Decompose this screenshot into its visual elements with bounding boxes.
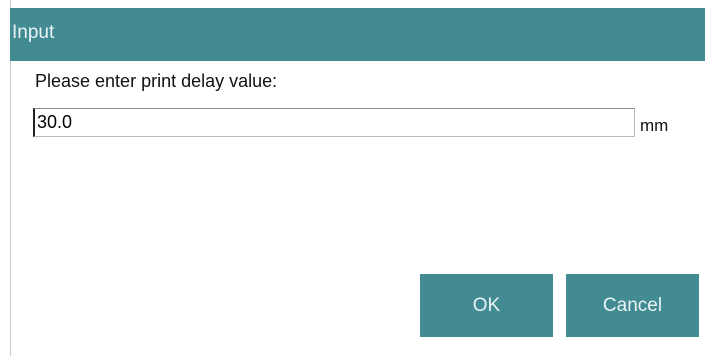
dialog-title-bar: Input <box>10 8 705 61</box>
unit-label: mm <box>640 116 669 135</box>
input-dialog: Input Please enter print delay value: mm… <box>0 0 705 356</box>
print-delay-input[interactable] <box>33 108 635 137</box>
ok-button[interactable]: OK <box>420 274 553 337</box>
cancel-button[interactable]: Cancel <box>566 274 699 337</box>
dialog-title: Input <box>12 22 55 43</box>
prompt-label: Please enter print delay value: <box>35 71 278 91</box>
